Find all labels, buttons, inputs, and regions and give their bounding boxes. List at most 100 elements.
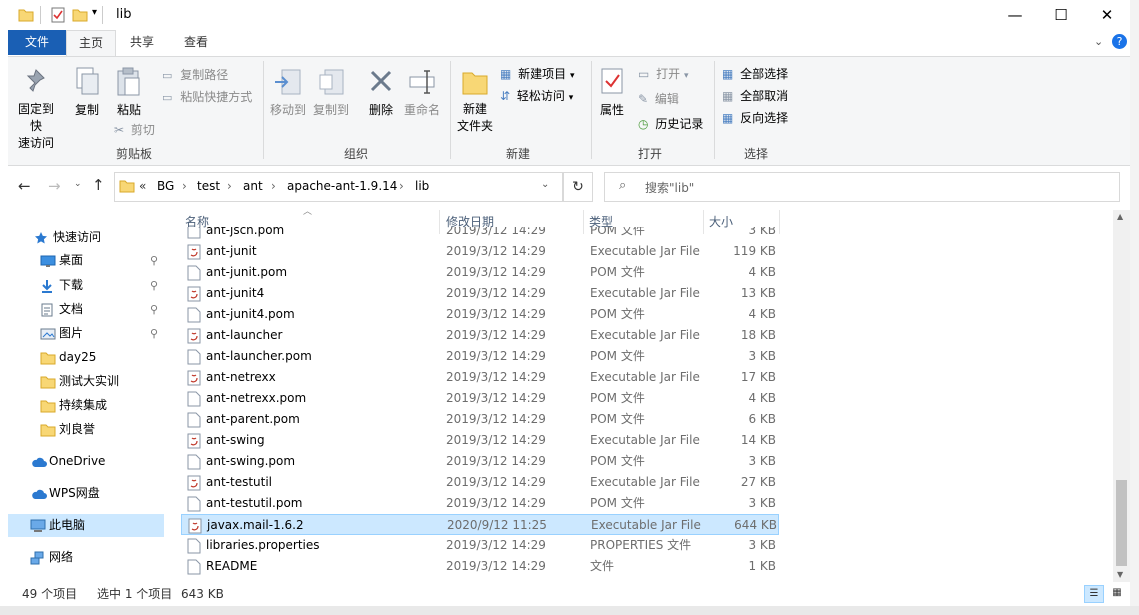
rename-button[interactable]: 重命名 xyxy=(402,67,442,118)
select-none-button[interactable]: ▦ 全部取消 xyxy=(722,87,788,104)
search-box[interactable]: ⌕ 搜索"lib" xyxy=(604,172,1120,202)
file-date: 2019/3/12 14:29 xyxy=(446,496,546,510)
file-row[interactable]: ant-netrexx.pom 2019/3/12 14:29 POM 文件 4 KB xyxy=(181,388,779,409)
up-arrow-icon[interactable]: ↑ xyxy=(92,176,105,194)
file-row[interactable]: libraries.properties 2019/3/12 14:29 PROPE… xyxy=(181,535,779,556)
tab-share[interactable]: 共享 xyxy=(118,30,166,55)
edit-button[interactable]: ✎ 编辑 xyxy=(638,90,679,107)
address-bar[interactable]: « BG › test › ant › apache-ant-1.9.14 › … xyxy=(114,172,563,202)
jar-file-icon xyxy=(187,286,201,302)
recent-locations-icon[interactable]: ⌄ xyxy=(74,179,82,189)
cut-button[interactable]: ✂ 剪切 xyxy=(114,121,155,138)
network-icon xyxy=(30,550,46,573)
tab-file[interactable]: 文件 xyxy=(8,30,66,55)
new-folder-button[interactable]: 新建 文件夹 xyxy=(454,67,496,135)
file-row[interactable]: ant-swing 2019/3/12 14:29 Executable Jar F… xyxy=(181,430,779,451)
file-size: 13 KB xyxy=(740,286,776,300)
close-button[interactable]: ✕ xyxy=(1084,0,1130,30)
nav-item[interactable]: 测试大实训 xyxy=(8,370,164,393)
collapse-ribbon-icon[interactable]: ⌄ xyxy=(1094,35,1103,48)
tab-view[interactable]: 查看 xyxy=(172,30,220,55)
file-row[interactable]: javax.mail-1.6.2 2020/9/12 11:25 Executabl… xyxy=(181,514,779,535)
search-input[interactable]: 搜索"lib" xyxy=(645,179,694,196)
file-size: 3 KB xyxy=(748,538,776,552)
file-size: 14 KB xyxy=(740,433,776,447)
nav-item[interactable]: 文档 ⚲ xyxy=(8,298,164,321)
file-row[interactable]: ant-testutil.pom 2019/3/12 14:29 POM 文件 3 K… xyxy=(181,493,779,514)
breadcrumb-lib[interactable]: lib xyxy=(415,179,429,193)
copy-path-button[interactable]: ▭ 复制路径 xyxy=(162,66,228,83)
nav-item-label: 图片 xyxy=(59,326,84,340)
properties-icon[interactable] xyxy=(50,7,66,23)
nav-item[interactable]: 桌面 ⚲ xyxy=(8,249,164,272)
selected-size: 643 KB xyxy=(181,587,224,601)
file-type: Executable Jar File xyxy=(590,286,700,300)
nav-item[interactable]: 图片 ⚲ xyxy=(8,322,164,345)
invert-selection-button[interactable]: ▦ 反向选择 xyxy=(722,109,788,126)
file-name: ant-swing xyxy=(206,433,265,447)
select-all-button[interactable]: ▦ 全部选择 xyxy=(722,65,788,82)
minimize-button[interactable]: — xyxy=(992,0,1038,30)
nav-item[interactable]: 下载 ⚲ xyxy=(8,274,164,297)
file-row[interactable]: ant-junit.pom 2019/3/12 14:29 POM 文件 4 KB xyxy=(181,262,779,283)
file-row[interactable]: README 2019/3/12 14:29 文件 1 KB xyxy=(181,556,779,577)
tab-home[interactable]: 主页 xyxy=(66,30,117,57)
scroll-up-arrow-icon[interactable]: ▲ xyxy=(1117,212,1123,221)
file-row[interactable]: ant-launcher.pom 2019/3/12 14:29 POM 文件 3 K… xyxy=(181,346,779,367)
quick-access-dropdown-icon[interactable]: ▾ xyxy=(92,7,97,18)
file-row[interactable]: ant-junit 2019/3/12 14:29 Executable Jar F… xyxy=(181,241,779,262)
copy-to-button[interactable]: 复制到 xyxy=(311,67,351,118)
file-row[interactable]: ant-jsch.pom 2019/3/12 14:29 POM 文件 3 KB xyxy=(181,227,779,241)
file-type: POM 文件 xyxy=(590,265,645,279)
forward-arrow-icon[interactable]: → xyxy=(48,177,61,195)
file-row[interactable]: ant-parent.pom 2019/3/12 14:29 POM 文件 6 KB xyxy=(181,409,779,430)
nav-item[interactable]: 网络 xyxy=(8,546,164,569)
jar-file-icon xyxy=(187,244,201,260)
vertical-scrollbar[interactable]: ▲ ▼ xyxy=(1113,210,1130,582)
history-button[interactable]: ◷ 历史记录 xyxy=(638,115,703,132)
file-row[interactable]: ant-swing.pom 2019/3/12 14:29 POM 文件 3 KB xyxy=(181,451,779,472)
delete-button[interactable]: 删除 xyxy=(364,67,398,118)
breadcrumb-test[interactable]: test xyxy=(197,179,220,193)
selected-count: 选中 1 个项目 xyxy=(97,587,173,601)
file-row[interactable]: ant-netrexx 2019/3/12 14:29 Executable Jar… xyxy=(181,367,779,388)
open-button[interactable]: ▭ 打开 ▾ xyxy=(638,65,689,82)
file-date: 2019/3/12 14:29 xyxy=(446,391,546,405)
breadcrumb-apache-ant[interactable]: apache-ant-1.9.14 xyxy=(287,179,397,193)
large-icons-view-icon[interactable]: ▦ xyxy=(1108,585,1126,601)
new-folder-icon[interactable] xyxy=(72,8,88,22)
file-row[interactable]: ant-junit4.pom 2019/3/12 14:29 POM 文件 4 KB xyxy=(181,304,779,325)
scroll-down-arrow-icon[interactable]: ▼ xyxy=(1117,570,1123,579)
help-icon[interactable]: ? xyxy=(1112,34,1127,49)
breadcrumb-ant[interactable]: ant xyxy=(243,179,263,193)
pin-quick-access-button[interactable]: 固定到快 速访问 xyxy=(14,67,58,152)
rename-icon xyxy=(409,70,435,94)
nav-item[interactable]: 此电脑 xyxy=(8,514,164,537)
nav-item[interactable]: 刘良誉 xyxy=(8,418,164,441)
address-dropdown-icon[interactable]: ⌄ xyxy=(541,179,549,190)
file-row[interactable]: ant-testutil 2019/3/12 14:29 Executable Ja… xyxy=(181,472,779,493)
file-row[interactable]: ant-junit4 2019/3/12 14:29 Executable Jar … xyxy=(181,283,779,304)
breadcrumb-overflow[interactable]: « xyxy=(139,179,146,193)
new-item-button[interactable]: ▦ 新建项目 ▾ xyxy=(500,65,575,82)
sort-ascending-icon: ︿ xyxy=(303,207,313,217)
scrollbar-thumb[interactable] xyxy=(1116,480,1127,566)
nav-item[interactable]: 持续集成 xyxy=(8,394,164,417)
copy-button[interactable]: 复制 xyxy=(70,67,104,118)
paste-button[interactable]: 粘贴 xyxy=(112,67,146,118)
nav-item[interactable]: 快速访问 xyxy=(8,226,164,249)
details-view-icon[interactable]: ☰ xyxy=(1084,585,1104,603)
file-type: POM 文件 xyxy=(590,391,645,405)
properties-button[interactable]: 属性 xyxy=(596,67,628,118)
easy-access-button[interactable]: ⇵ 轻松访问 ▾ xyxy=(500,87,573,104)
file-row[interactable]: ant-launcher 2019/3/12 14:29 Executable Ja… xyxy=(181,325,779,346)
breadcrumb-bg[interactable]: BG xyxy=(157,179,174,193)
nav-item[interactable]: WPS网盘 xyxy=(8,482,164,505)
refresh-button[interactable]: ↻ xyxy=(563,172,593,202)
move-to-button[interactable]: 移动到 xyxy=(268,67,308,118)
nav-item[interactable]: day25 xyxy=(8,346,164,369)
back-arrow-icon[interactable]: ← xyxy=(18,177,31,195)
nav-item[interactable]: OneDrive xyxy=(8,450,164,473)
paste-shortcut-button[interactable]: ▭ 粘贴快捷方式 xyxy=(162,88,252,105)
maximize-button[interactable]: ☐ xyxy=(1038,0,1084,30)
